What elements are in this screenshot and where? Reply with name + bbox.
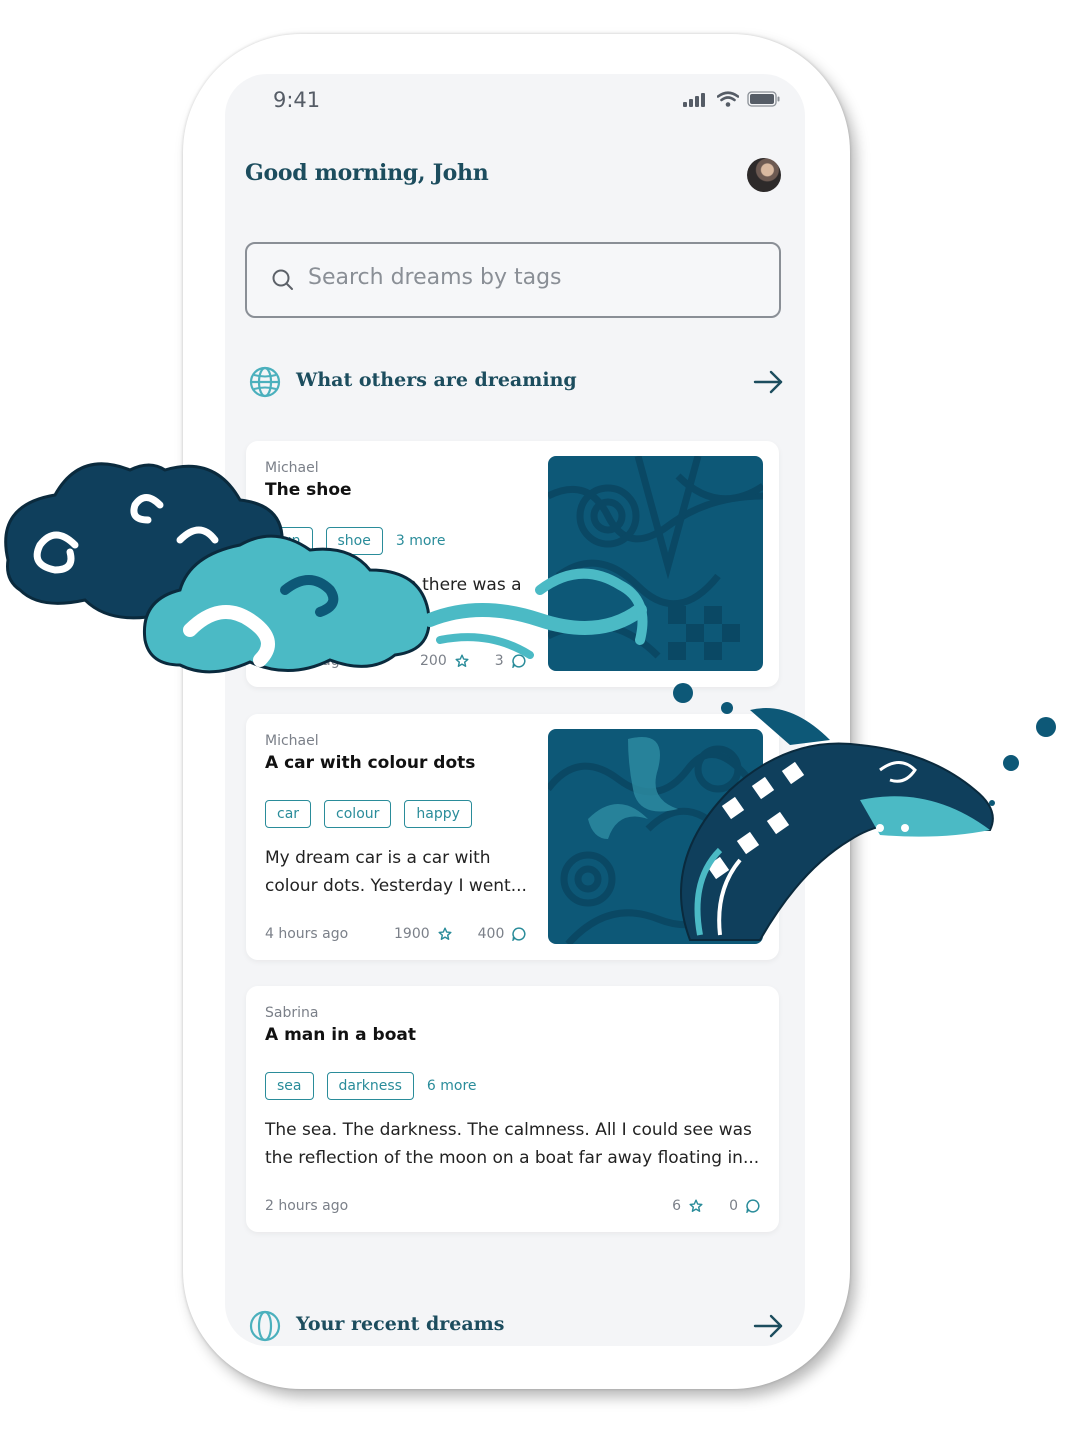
card-tags: sea darkness 6 more bbox=[265, 1072, 477, 1100]
comments-value: 0 bbox=[729, 1198, 738, 1214]
dream-card[interactable]: Sabrina A man in a boat sea darkness 6 m… bbox=[246, 986, 779, 1232]
battery-icon bbox=[747, 91, 780, 107]
section-others-label: What others are dreaming bbox=[296, 369, 577, 391]
greeting: Good morning, John bbox=[245, 160, 489, 186]
card-author: Michael bbox=[265, 733, 319, 749]
card-title: The shoe bbox=[265, 480, 352, 500]
excerpt-line: colour dots. Yesterday I went... bbox=[265, 876, 527, 896]
excerpt-line: My dream car is a car with bbox=[265, 848, 491, 868]
stars-count[interactable]: 200 bbox=[420, 653, 469, 669]
section-recent[interactable]: Your recent dreams bbox=[249, 1310, 785, 1346]
tag[interactable]: colour bbox=[324, 800, 392, 828]
excerpt-line: shoe that ran... bbox=[265, 603, 396, 623]
card-title: A car with colour dots bbox=[265, 753, 476, 773]
more-tags-link[interactable]: 3 more bbox=[396, 533, 446, 549]
excerpt-line: The sea. The darkness. The calmness. All… bbox=[265, 1120, 752, 1140]
card-excerpt: My dream car is a car with colour dots. … bbox=[265, 844, 527, 900]
more-tags-link[interactable]: 6 more bbox=[427, 1078, 477, 1094]
comments-count[interactable]: 400 bbox=[478, 926, 527, 942]
stars-count[interactable]: 1900 bbox=[394, 926, 452, 942]
app-screen: 9:41 Good morning, John Search dreams by… bbox=[225, 74, 805, 1346]
card-stats: 1900 400 bbox=[394, 926, 526, 942]
comment-icon bbox=[512, 927, 526, 941]
search-placeholder: Search dreams by tags bbox=[308, 265, 562, 290]
excerpt-line: Once upon a time there was a bbox=[265, 575, 522, 595]
comments-value: 400 bbox=[477, 926, 505, 942]
status-icons bbox=[683, 91, 781, 107]
tag[interactable]: darkness bbox=[326, 1072, 414, 1100]
stars-value: 6 bbox=[672, 1198, 682, 1214]
dream-card[interactable]: Michael The shoe run shoe 3 more Once up… bbox=[246, 441, 779, 687]
stars-count[interactable]: 6 bbox=[672, 1198, 703, 1214]
comment-icon bbox=[511, 654, 526, 668]
excerpt-line: the reflection of the moon on a boat far… bbox=[265, 1148, 760, 1168]
status-time: 9:41 bbox=[273, 88, 321, 112]
card-tags: car colour happy bbox=[265, 800, 472, 828]
dream-image bbox=[548, 456, 763, 671]
section-recent-label: Your recent dreams bbox=[296, 1313, 505, 1335]
tag[interactable]: shoe bbox=[325, 527, 383, 555]
tag[interactable]: car bbox=[265, 800, 312, 828]
wifi-icon bbox=[717, 91, 739, 107]
star-icon bbox=[455, 654, 469, 667]
comments-count[interactable]: 0 bbox=[729, 1198, 760, 1214]
card-author: Sabrina bbox=[265, 1005, 319, 1021]
card-author: Michael bbox=[265, 460, 319, 476]
card-title: A man in a boat bbox=[265, 1025, 416, 1045]
star-icon bbox=[689, 1199, 703, 1212]
card-time: 4 hours ago bbox=[265, 926, 349, 942]
search-icon bbox=[272, 269, 293, 290]
card-time: 2 hours ago bbox=[265, 1198, 349, 1214]
arrow-right-icon[interactable] bbox=[753, 1312, 785, 1340]
stars-value: 1900 bbox=[394, 926, 430, 942]
signal-icon bbox=[683, 93, 705, 107]
tag[interactable]: sea bbox=[265, 1072, 314, 1100]
dream-card[interactable]: Michael A car with colour dots car colou… bbox=[246, 714, 779, 960]
stars-value: 200 bbox=[420, 653, 447, 669]
card-stats: 6 0 bbox=[672, 1198, 760, 1214]
card-excerpt: Once upon a time there was a shoe that r… bbox=[265, 571, 522, 627]
card-time: 4 hours ago bbox=[265, 653, 349, 669]
comment-icon bbox=[746, 1199, 760, 1213]
globe-icon bbox=[249, 366, 281, 398]
avatar[interactable] bbox=[747, 158, 781, 192]
tag[interactable]: run bbox=[265, 527, 313, 555]
arrow-right-icon[interactable] bbox=[753, 368, 785, 396]
search-input[interactable]: Search dreams by tags bbox=[245, 242, 781, 318]
comments-value: 3 bbox=[494, 653, 504, 669]
card-tags: run shoe 3 more bbox=[265, 527, 446, 555]
dream-image bbox=[548, 729, 763, 944]
comments-count[interactable]: 3 bbox=[495, 653, 526, 669]
card-excerpt: The sea. The darkness. The calmness. All… bbox=[265, 1116, 759, 1172]
section-others[interactable]: What others are dreaming bbox=[249, 366, 785, 402]
star-icon bbox=[438, 927, 452, 940]
card-stats: 200 3 bbox=[420, 653, 526, 669]
globe-icon bbox=[249, 1310, 281, 1342]
tag[interactable]: happy bbox=[404, 800, 472, 828]
